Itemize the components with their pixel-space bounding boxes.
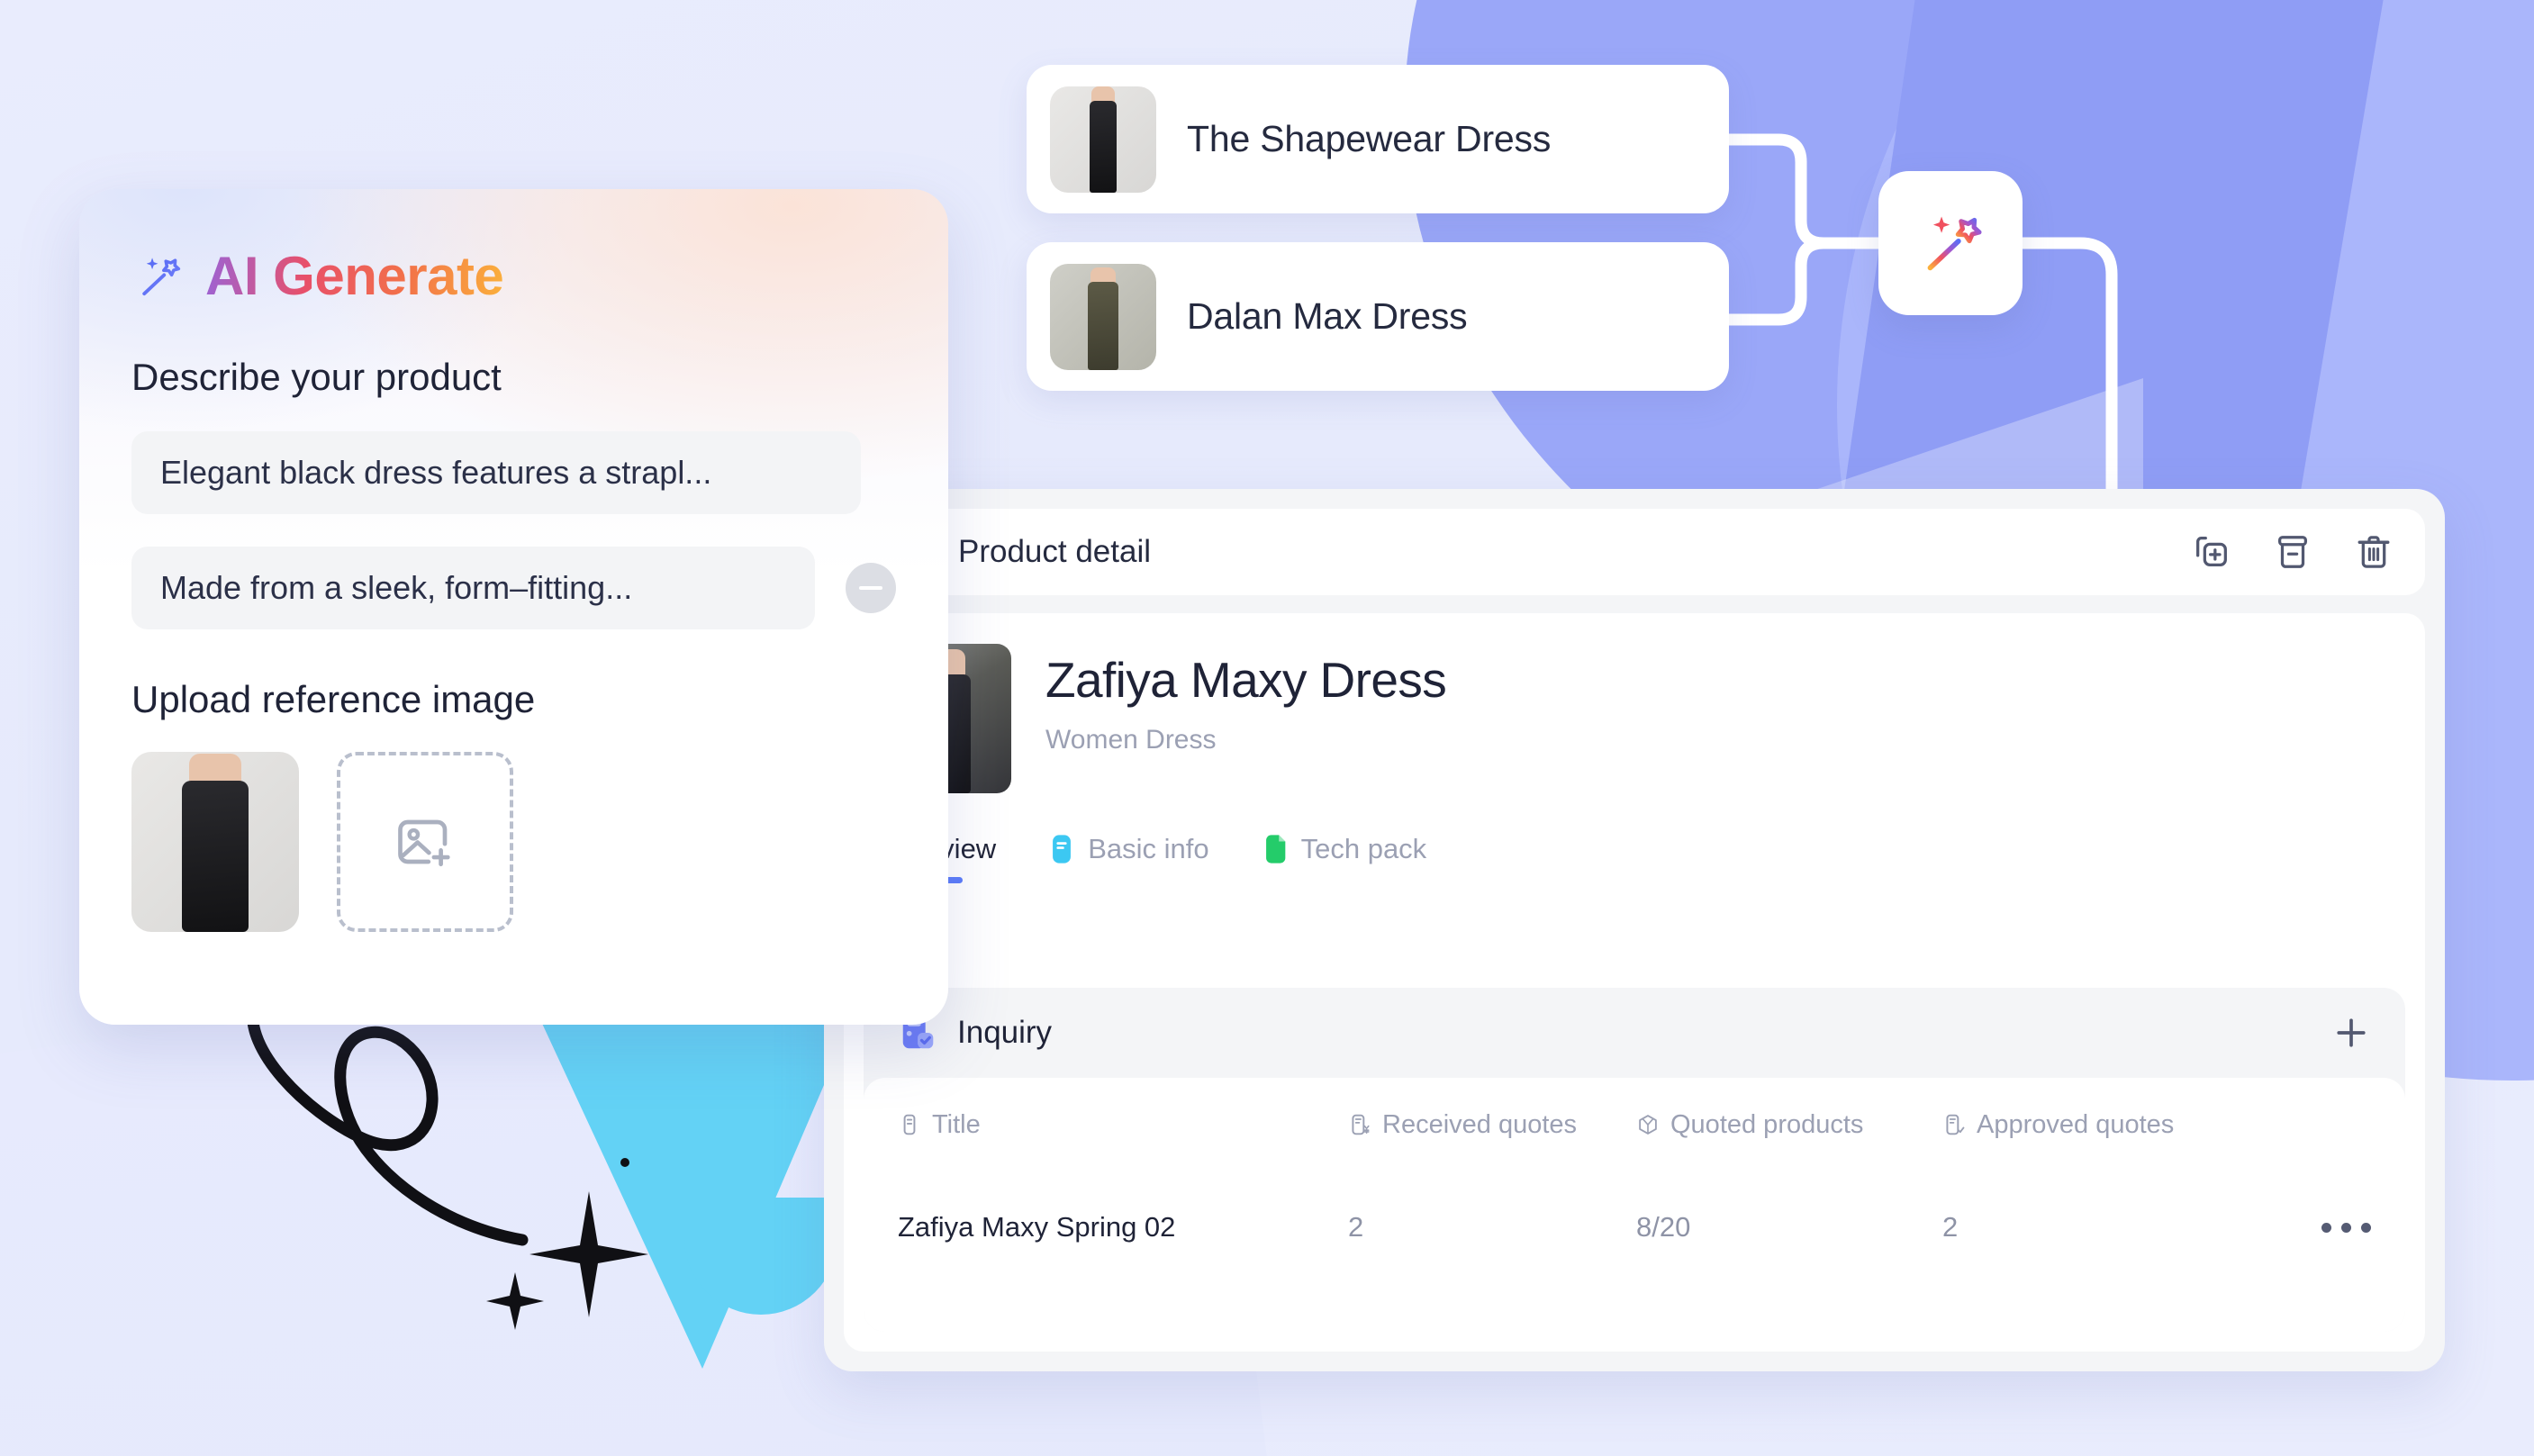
product-detail-body: Zafiya Maxy Dress Women Dress Overview B…: [844, 613, 2425, 1352]
column-header-label: Quoted products: [1670, 1109, 1864, 1139]
ai-generate-title-row: AI Generate: [131, 245, 896, 307]
ai-generate-title: AI Generate: [205, 246, 504, 306]
inquiry-section: Inquiry Title Received quotes Quoted pro…: [864, 988, 2405, 1332]
column-header-quoted-products[interactable]: Quoted products: [1636, 1110, 1942, 1140]
product-detail-panel: Product detail Zafiya Maxy Dress Women D…: [824, 489, 2445, 1371]
column-header-label: Title: [932, 1109, 981, 1139]
plus-icon: [2337, 1018, 2366, 1047]
product-card-list: The Shapewear Dress Dalan Max Dress: [1027, 65, 1729, 420]
minus-icon: [859, 586, 882, 590]
cell-approved-quotes: 2: [1942, 1211, 1959, 1243]
basic-info-icon: [1053, 835, 1072, 864]
more-dot: [2361, 1222, 2371, 1233]
box-icon: [1639, 1115, 1657, 1135]
prompt-input-2[interactable]: Made from a sleek, form–fitting...: [131, 547, 815, 629]
prompt-row-1: Elegant black dress features a strapl...: [131, 399, 896, 514]
row-more-menu-button[interactable]: [2321, 1222, 2371, 1233]
add-inquiry-button[interactable]: [2331, 1013, 2371, 1053]
detail-tabs: Overview Basic info Tech pack: [880, 833, 2389, 880]
duplicate-button[interactable]: [2191, 531, 2232, 573]
inquiry-table: Title Received quotes Quoted products Ap…: [864, 1078, 2405, 1332]
copy-plus-icon: [2196, 537, 2227, 567]
more-dot: [2321, 1222, 2331, 1233]
add-reference-image-dropzone[interactable]: [337, 752, 513, 932]
tab-label: Tech pack: [1300, 833, 1427, 864]
describe-product-label: Describe your product: [131, 356, 502, 398]
prompt-input-1[interactable]: Elegant black dress features a strapl...: [131, 431, 861, 514]
cell-received-quotes: 2: [1348, 1211, 1364, 1243]
tab-basic-info[interactable]: Basic info: [1048, 833, 1209, 880]
magic-wand-sparkle-icon: [142, 257, 181, 295]
table-row[interactable]: Zafiya Maxy Spring 02 2 8/20 2: [898, 1171, 2371, 1283]
header-action-group: [2191, 531, 2394, 573]
product-card-shapewear-dress[interactable]: The Shapewear Dress: [1027, 65, 1729, 213]
doc-icon: [903, 1114, 916, 1135]
page-title: Product detail: [958, 534, 1152, 569]
column-header-received-quotes[interactable]: Received quotes: [1348, 1110, 1636, 1140]
tab-label: Basic info: [1088, 833, 1209, 864]
product-title: Zafiya Maxy Dress: [1045, 652, 1447, 708]
delete-button[interactable]: [2353, 531, 2394, 573]
product-detail-header: Product detail: [844, 509, 2425, 595]
doc-yen-icon: [1352, 1114, 1370, 1135]
column-header-label: Approved quotes: [1977, 1109, 2175, 1139]
product-card-dalan-max-dress[interactable]: Dalan Max Dress: [1027, 242, 1729, 391]
image-plus-icon: [398, 819, 450, 867]
product-thumbnail: [1050, 86, 1156, 193]
cell-quoted-products: 8/20: [1636, 1211, 1691, 1243]
upload-reference-image-label: Upload reference image: [131, 678, 536, 720]
doc-check-icon: [1946, 1114, 1965, 1135]
remove-prompt-button[interactable]: [846, 563, 896, 613]
ai-generate-panel: AI Generate Describe your product Elegan…: [79, 189, 948, 1025]
inquiry-header: Inquiry: [864, 988, 2405, 1078]
trash-icon: [2358, 536, 2390, 568]
product-card-name: Dalan Max Dress: [1187, 295, 1468, 337]
inquiry-title: Inquiry: [957, 1015, 1053, 1050]
more-dot: [2341, 1222, 2351, 1233]
archive-button[interactable]: [2272, 531, 2313, 573]
archive-icon: [2277, 536, 2308, 568]
ai-generate-node-button[interactable]: [1878, 171, 2023, 315]
product-thumbnail: [1050, 263, 1156, 370]
magic-wand-sparkle-icon: [1927, 216, 1982, 271]
upload-row: [131, 752, 896, 932]
tech-pack-icon: [1265, 835, 1285, 864]
table-header-row: Title Received quotes Quoted products Ap…: [898, 1078, 2371, 1171]
column-header-label: Received quotes: [1382, 1109, 1578, 1139]
column-header-title[interactable]: Title: [898, 1110, 1348, 1140]
column-header-approved-quotes[interactable]: Approved quotes: [1942, 1110, 2249, 1140]
product-hero: Zafiya Maxy Dress Women Dress: [880, 644, 2389, 793]
product-card-name: The Shapewear Dress: [1187, 118, 1552, 159]
product-category: Women Dress: [1045, 725, 1217, 755]
cell-title: Zafiya Maxy Spring 02: [898, 1211, 1176, 1243]
prompt-row-2: Made from a sleek, form–fitting...: [131, 514, 896, 629]
uploaded-reference-thumbnail[interactable]: [131, 752, 299, 932]
tab-tech-pack[interactable]: Tech pack: [1262, 833, 1427, 880]
